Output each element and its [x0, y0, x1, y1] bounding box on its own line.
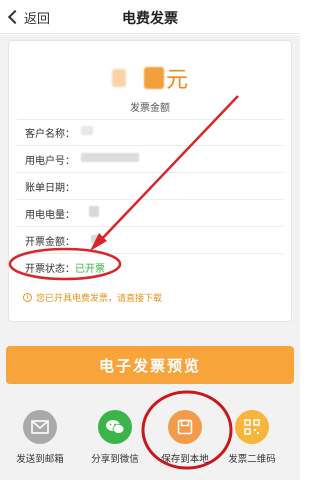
action-label: 保存到本地: [161, 454, 209, 465]
wechat-icon: [98, 410, 132, 444]
detail-value-blurred: [81, 126, 93, 138]
share-wechat-button[interactable]: 分享到微信: [80, 410, 150, 465]
detail-label: 开票金额：: [25, 236, 75, 248]
send-email-button[interactable]: 发送到邮箱: [5, 410, 75, 465]
detail-row-status: 开票状态： 已开票: [17, 254, 283, 281]
detail-value-blurred: [91, 234, 100, 246]
status-label: 开票状态：: [25, 264, 75, 275]
top-nav-bar: 返回 电费发票: [0, 0, 300, 34]
mail-icon: [23, 410, 57, 444]
download-notice: i 您已开具电费发票，请直接下载: [23, 291, 162, 304]
action-label: 分享到微信: [91, 454, 139, 465]
invoice-details: 客户名称： 用电户号： 账单日期： 用电电量： 开票金额： 开票状态： 已开票: [17, 119, 283, 281]
detail-label: 用电户号：: [25, 155, 75, 167]
amount-unit: 元: [165, 68, 188, 93]
detail-row-account-number: 用电户号：: [17, 146, 283, 173]
detail-label: 账单日期：: [25, 182, 75, 194]
status-value: 已开票: [75, 264, 105, 275]
action-bar: 发送到邮箱 分享到微信 保存到本地 发票二维码: [0, 404, 300, 480]
amount-caption: 发票金额: [130, 103, 170, 114]
amount-digit-blurred: [111, 69, 126, 87]
action-label: 发送到邮箱: [16, 454, 64, 465]
detail-label: 用电电量：: [25, 209, 75, 221]
notice-text: 您已开具电费发票，请直接下载: [36, 294, 163, 304]
invoice-qrcode-button[interactable]: 发票二维码: [217, 410, 287, 465]
invoice-card: 元 发票金额 客户名称： 用电户号： 账单日期： 用电电量： 开票金额： 开票状…: [8, 40, 292, 322]
action-label: 发票二维码: [228, 454, 276, 465]
save-icon: [168, 410, 202, 444]
detail-row-consumption: 用电电量：: [17, 200, 283, 227]
detail-row-invoice-amount: 开票金额：: [17, 227, 283, 254]
detail-label: 客户名称：: [25, 128, 75, 140]
info-icon: i: [23, 293, 32, 302]
detail-row-bill-date: 账单日期：: [17, 173, 283, 200]
amount-digit-blurred: [143, 67, 164, 89]
page-title: 电费发票: [122, 11, 178, 27]
detail-value-blurred: [81, 153, 139, 165]
invoice-amount: 元: [9, 61, 291, 95]
qrcode-icon: [235, 410, 269, 444]
detail-row-customer-name: 客户名称：: [17, 119, 283, 146]
detail-value-blurred: [89, 206, 99, 220]
invoice-preview-button[interactable]: 电子发票预览: [6, 346, 294, 384]
save-local-button[interactable]: 保存到本地: [150, 410, 220, 465]
